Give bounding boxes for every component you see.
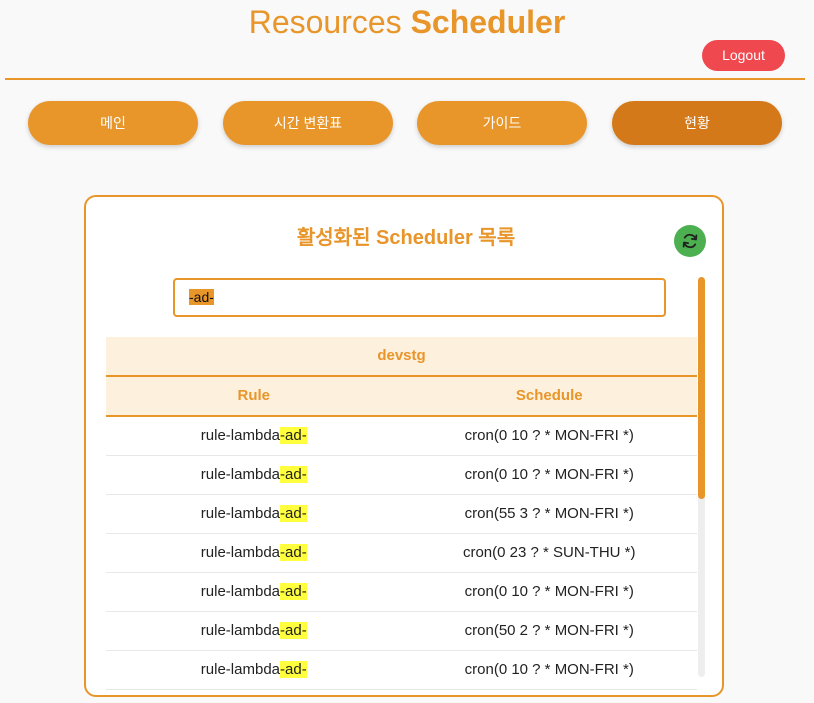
search-highlight: -ad- xyxy=(280,505,307,522)
schedule-cell: cron(0 10 ? * MON-FRI *) xyxy=(464,583,634,600)
rule-cell: rule-lambda-ad- xyxy=(200,427,307,444)
nav-status-button[interactable]: 현황 xyxy=(612,101,782,145)
table-row: rule-lambda-ad- cron(0 10 ? * MON-FRI *) xyxy=(106,573,697,612)
scrollbar-thumb[interactable] xyxy=(698,277,705,499)
rule-column-header: Rule xyxy=(237,387,270,404)
refresh-icon xyxy=(682,233,698,249)
rule-cell: rule-lambda-ad- xyxy=(200,622,307,639)
search-highlight: -ad- xyxy=(280,661,307,678)
schedule-cell: cron(0 10 ? * MON-FRI *) xyxy=(464,427,634,444)
scheduler-panel: 활성화된 Scheduler 목록 -ad- devstg Rule Sched… xyxy=(84,195,724,697)
panel-title: 활성화된 Scheduler 목록 xyxy=(296,227,516,249)
table-header: Rule Schedule xyxy=(106,375,697,417)
rule-cell: rule-lambda-ad- xyxy=(200,544,307,561)
search-highlight: -ad- xyxy=(280,427,307,444)
rule-cell: rule-lambda-ad- xyxy=(200,583,307,600)
schedule-cell: cron(0 10 ? * MON-FRI *) xyxy=(464,661,634,678)
app-title-prefix: Resources xyxy=(248,4,402,40)
refresh-button[interactable] xyxy=(674,225,706,257)
header-divider xyxy=(5,78,805,80)
rule-cell: rule-lambda-ad- xyxy=(200,661,307,678)
app-title-bold: Scheduler xyxy=(410,4,566,40)
table-row: rule-lambda-ad- cron(0 23 ? * SUN-THU *) xyxy=(106,534,697,573)
scheduler-table: devstg Rule Schedule rule-lambda-ad- cro… xyxy=(106,337,697,690)
search-highlight: -ad- xyxy=(280,466,307,483)
rule-cell: rule-lambda-ad- xyxy=(200,466,307,483)
logout-button[interactable]: Logout xyxy=(702,40,785,71)
rule-cell: rule-lambda-ad- xyxy=(200,505,307,522)
group-name: devstg xyxy=(106,337,697,375)
table-row: rule-lambda-ad- cron(50 2 ? * MON-FRI *) xyxy=(106,612,697,651)
nav-time-table-button[interactable]: 시간 변환표 xyxy=(223,101,393,145)
table-row: rule-lambda-ad- cron(0 10 ? * MON-FRI *) xyxy=(106,456,697,495)
app-title: Resources Scheduler xyxy=(0,2,814,42)
schedule-cell: cron(0 10 ? * MON-FRI *) xyxy=(464,466,634,483)
schedule-cell: cron(55 3 ? * MON-FRI *) xyxy=(464,505,634,522)
nav-main-button[interactable]: 메인 xyxy=(28,101,198,145)
table-row: rule-lambda-ad- cron(0 10 ? * MON-FRI *) xyxy=(106,651,697,690)
search-highlight: -ad- xyxy=(280,583,307,600)
schedule-cell: cron(0 23 ? * SUN-THU *) xyxy=(462,544,636,561)
schedule-column-header: Schedule xyxy=(515,387,583,404)
table-row: rule-lambda-ad- cron(55 3 ? * MON-FRI *) xyxy=(106,495,697,534)
schedule-cell: cron(50 2 ? * MON-FRI *) xyxy=(464,622,634,639)
table-row: rule-lambda-ad- cron(0 10 ? * MON-FRI *) xyxy=(106,417,697,456)
search-highlight: -ad- xyxy=(280,622,307,639)
search-highlight: -ad- xyxy=(280,544,307,561)
nav-guide-button[interactable]: 가이드 xyxy=(417,101,587,145)
table-scrollbar[interactable] xyxy=(698,277,705,677)
search-input[interactable]: -ad- xyxy=(173,278,666,317)
search-input-value: -ad- xyxy=(189,289,214,305)
